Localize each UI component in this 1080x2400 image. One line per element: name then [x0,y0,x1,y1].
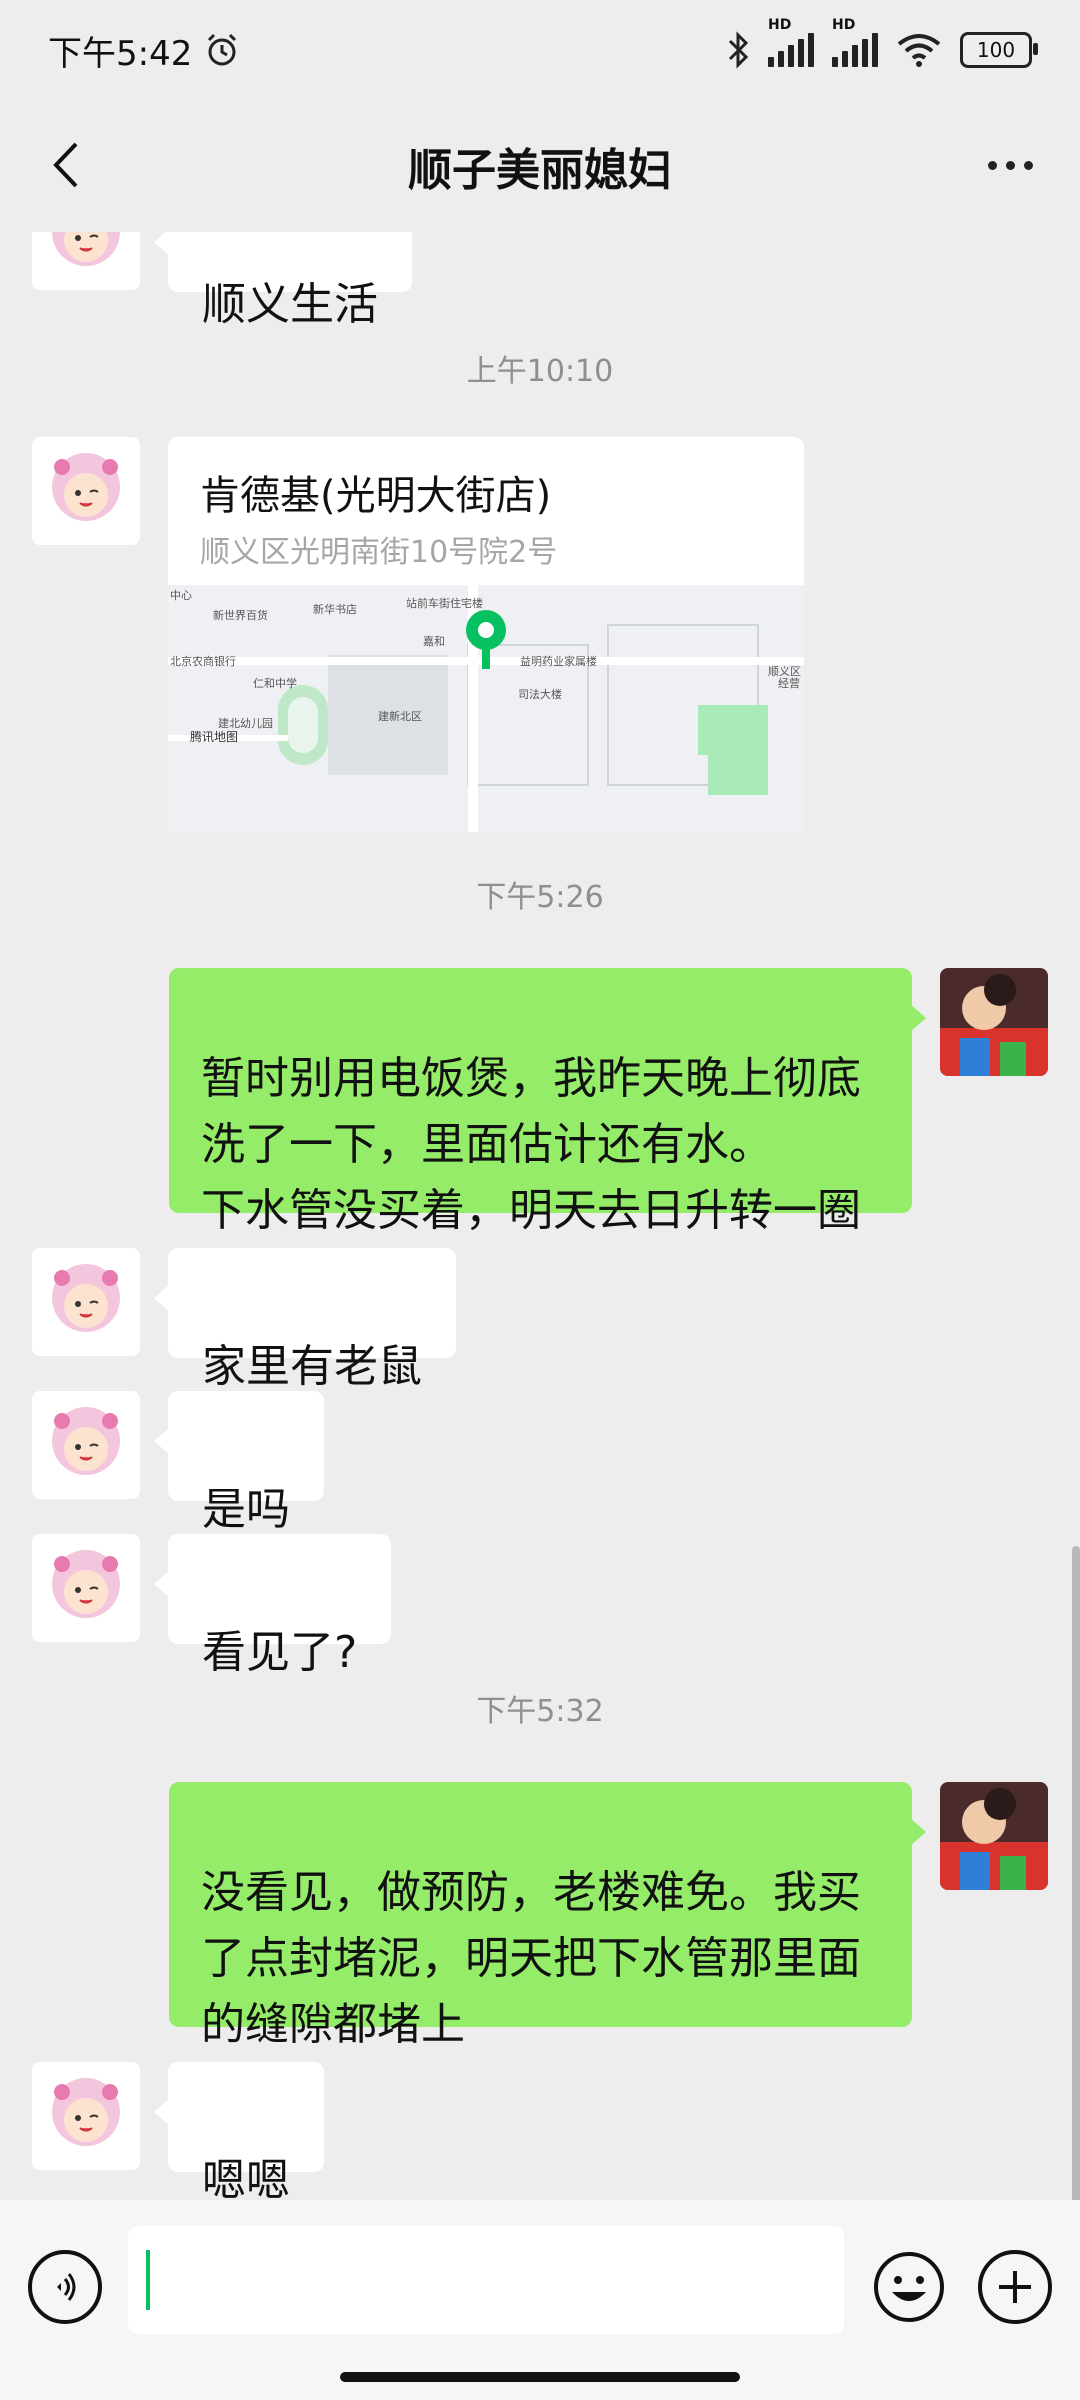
message-input[interactable] [128,2226,844,2334]
message-text: 暂时别用电饭煲，我昨天晚上彻底 洗了一下，里面估计还有水。 下水管没买着，明天去… [201,1053,861,1236]
message-bubble[interactable]: 顺义生活 [154,232,412,330]
hd-label: HD [768,17,792,33]
contact-avatar[interactable] [32,232,140,290]
timestamp: 上午10:10 [466,354,614,389]
message-bubble[interactable]: 暂时别用电饭煲，我昨天晚上彻底 洗了一下，里面估计还有水。 下水管没买着，明天去… [169,968,926,1236]
message-bubble[interactable]: 家里有老鼠 [154,1248,456,1392]
more-icon [987,160,997,170]
message-text: 嗯嗯 [202,2155,290,2200]
contact-avatar[interactable] [32,437,140,545]
home-indicator[interactable] [340,2372,740,2382]
message-bubble[interactable]: 是吗 [154,1391,324,1535]
message-text: 没看见，做预防，老楼难免。我买 了点封堵泥，明天把下水管那里面 的缝隙都堵上 [201,1867,861,2050]
emoji-icon[interactable] [872,2250,946,2324]
location-map: 中心 新世界百货 新华书店 站前车街住宅楼 嘉和 北京农商银行 仁和中学 益明药… [168,585,804,832]
message-bubble[interactable]: 嗯嗯 [154,2062,324,2200]
map-label: 新世界百货 [213,608,268,622]
message-text: 看见了? [202,1627,358,1678]
map-label: 益明药业家属楼 [520,654,597,668]
location-name: 肯德基(光明大街店) [200,473,552,519]
contact-avatar[interactable] [32,1391,140,1499]
battery-level: 100 [976,38,1016,62]
message-text: 顺义生活 [202,279,378,330]
back-button[interactable] [30,130,100,200]
status-left: 下午5:42 [48,26,240,75]
map-label: 建新北区 [378,709,422,723]
input-bar [0,2200,1080,2400]
contact-avatar[interactable] [32,1248,140,1356]
text-caret [146,2250,150,2310]
map-label: 经营 [778,676,800,690]
alarm-icon [208,33,237,66]
map-label: 腾讯地图 [190,729,238,744]
timestamp: 下午5:32 [476,1694,604,1729]
signal-2-icon: HD [832,17,878,67]
message-text: 家里有老鼠 [202,1341,422,1392]
map-label: 北京农商银行 [170,654,236,668]
message-bubble[interactable]: 没看见，做预防，老楼难免。我买 了点封堵泥，明天把下水管那里面 的缝隙都堵上 [169,1782,926,2050]
signal-1-icon: HD [768,17,814,67]
battery-icon: 100 [960,32,1038,68]
contact-avatar[interactable] [32,2062,140,2170]
more-button[interactable] [970,130,1050,200]
map-label: 司法大楼 [518,687,562,701]
plus-icon[interactable] [978,2250,1052,2324]
map-label: 新华书店 [313,602,357,616]
my-avatar[interactable] [940,968,1048,1076]
more-icon-dot [1023,160,1033,170]
status-time: 下午5:42 [48,33,193,74]
message-bubble[interactable]: 看见了? [153,1534,392,1678]
wifi-icon [897,34,941,67]
map-label: 建北幼儿园 [218,716,273,730]
nav-bar: 顺子美丽媳妇 [0,100,1080,232]
message-text: 是吗 [202,1484,290,1535]
hd-label: HD [832,17,856,33]
voice-icon [57,2273,76,2301]
chat-area[interactable]: 顺义生活 上午10:10 肯德基(光明大街店) 顺义区光明南街10号院2号 中心… [0,232,1080,2200]
status-right: HD HD 100 [726,17,1038,69]
location-card[interactable]: 肯德基(光明大街店) 顺义区光明南街10号院2号 中心 新世界百货 新华书店 站… [168,437,804,832]
status-bar: 下午5:42 HD HD 100 [0,0,1080,100]
scrollbar[interactable] [1072,1546,1080,2200]
map-label: 中心 [170,589,192,602]
map-label: 仁和中学 [253,676,297,690]
bluetooth-icon [728,31,749,69]
contact-avatar[interactable] [32,1534,140,1642]
my-avatar[interactable] [940,1782,1048,1890]
more-icon-dot [1005,160,1015,170]
voice-button[interactable] [28,2250,102,2324]
map-label: 嘉和 [423,634,445,648]
chat-title: 顺子美丽媳妇 [408,145,672,196]
back-icon [53,142,78,188]
location-address: 顺义区光明南街10号院2号 [200,535,558,570]
map-label: 站前车街住宅楼 [406,596,483,610]
timestamp: 下午5:26 [476,880,604,915]
